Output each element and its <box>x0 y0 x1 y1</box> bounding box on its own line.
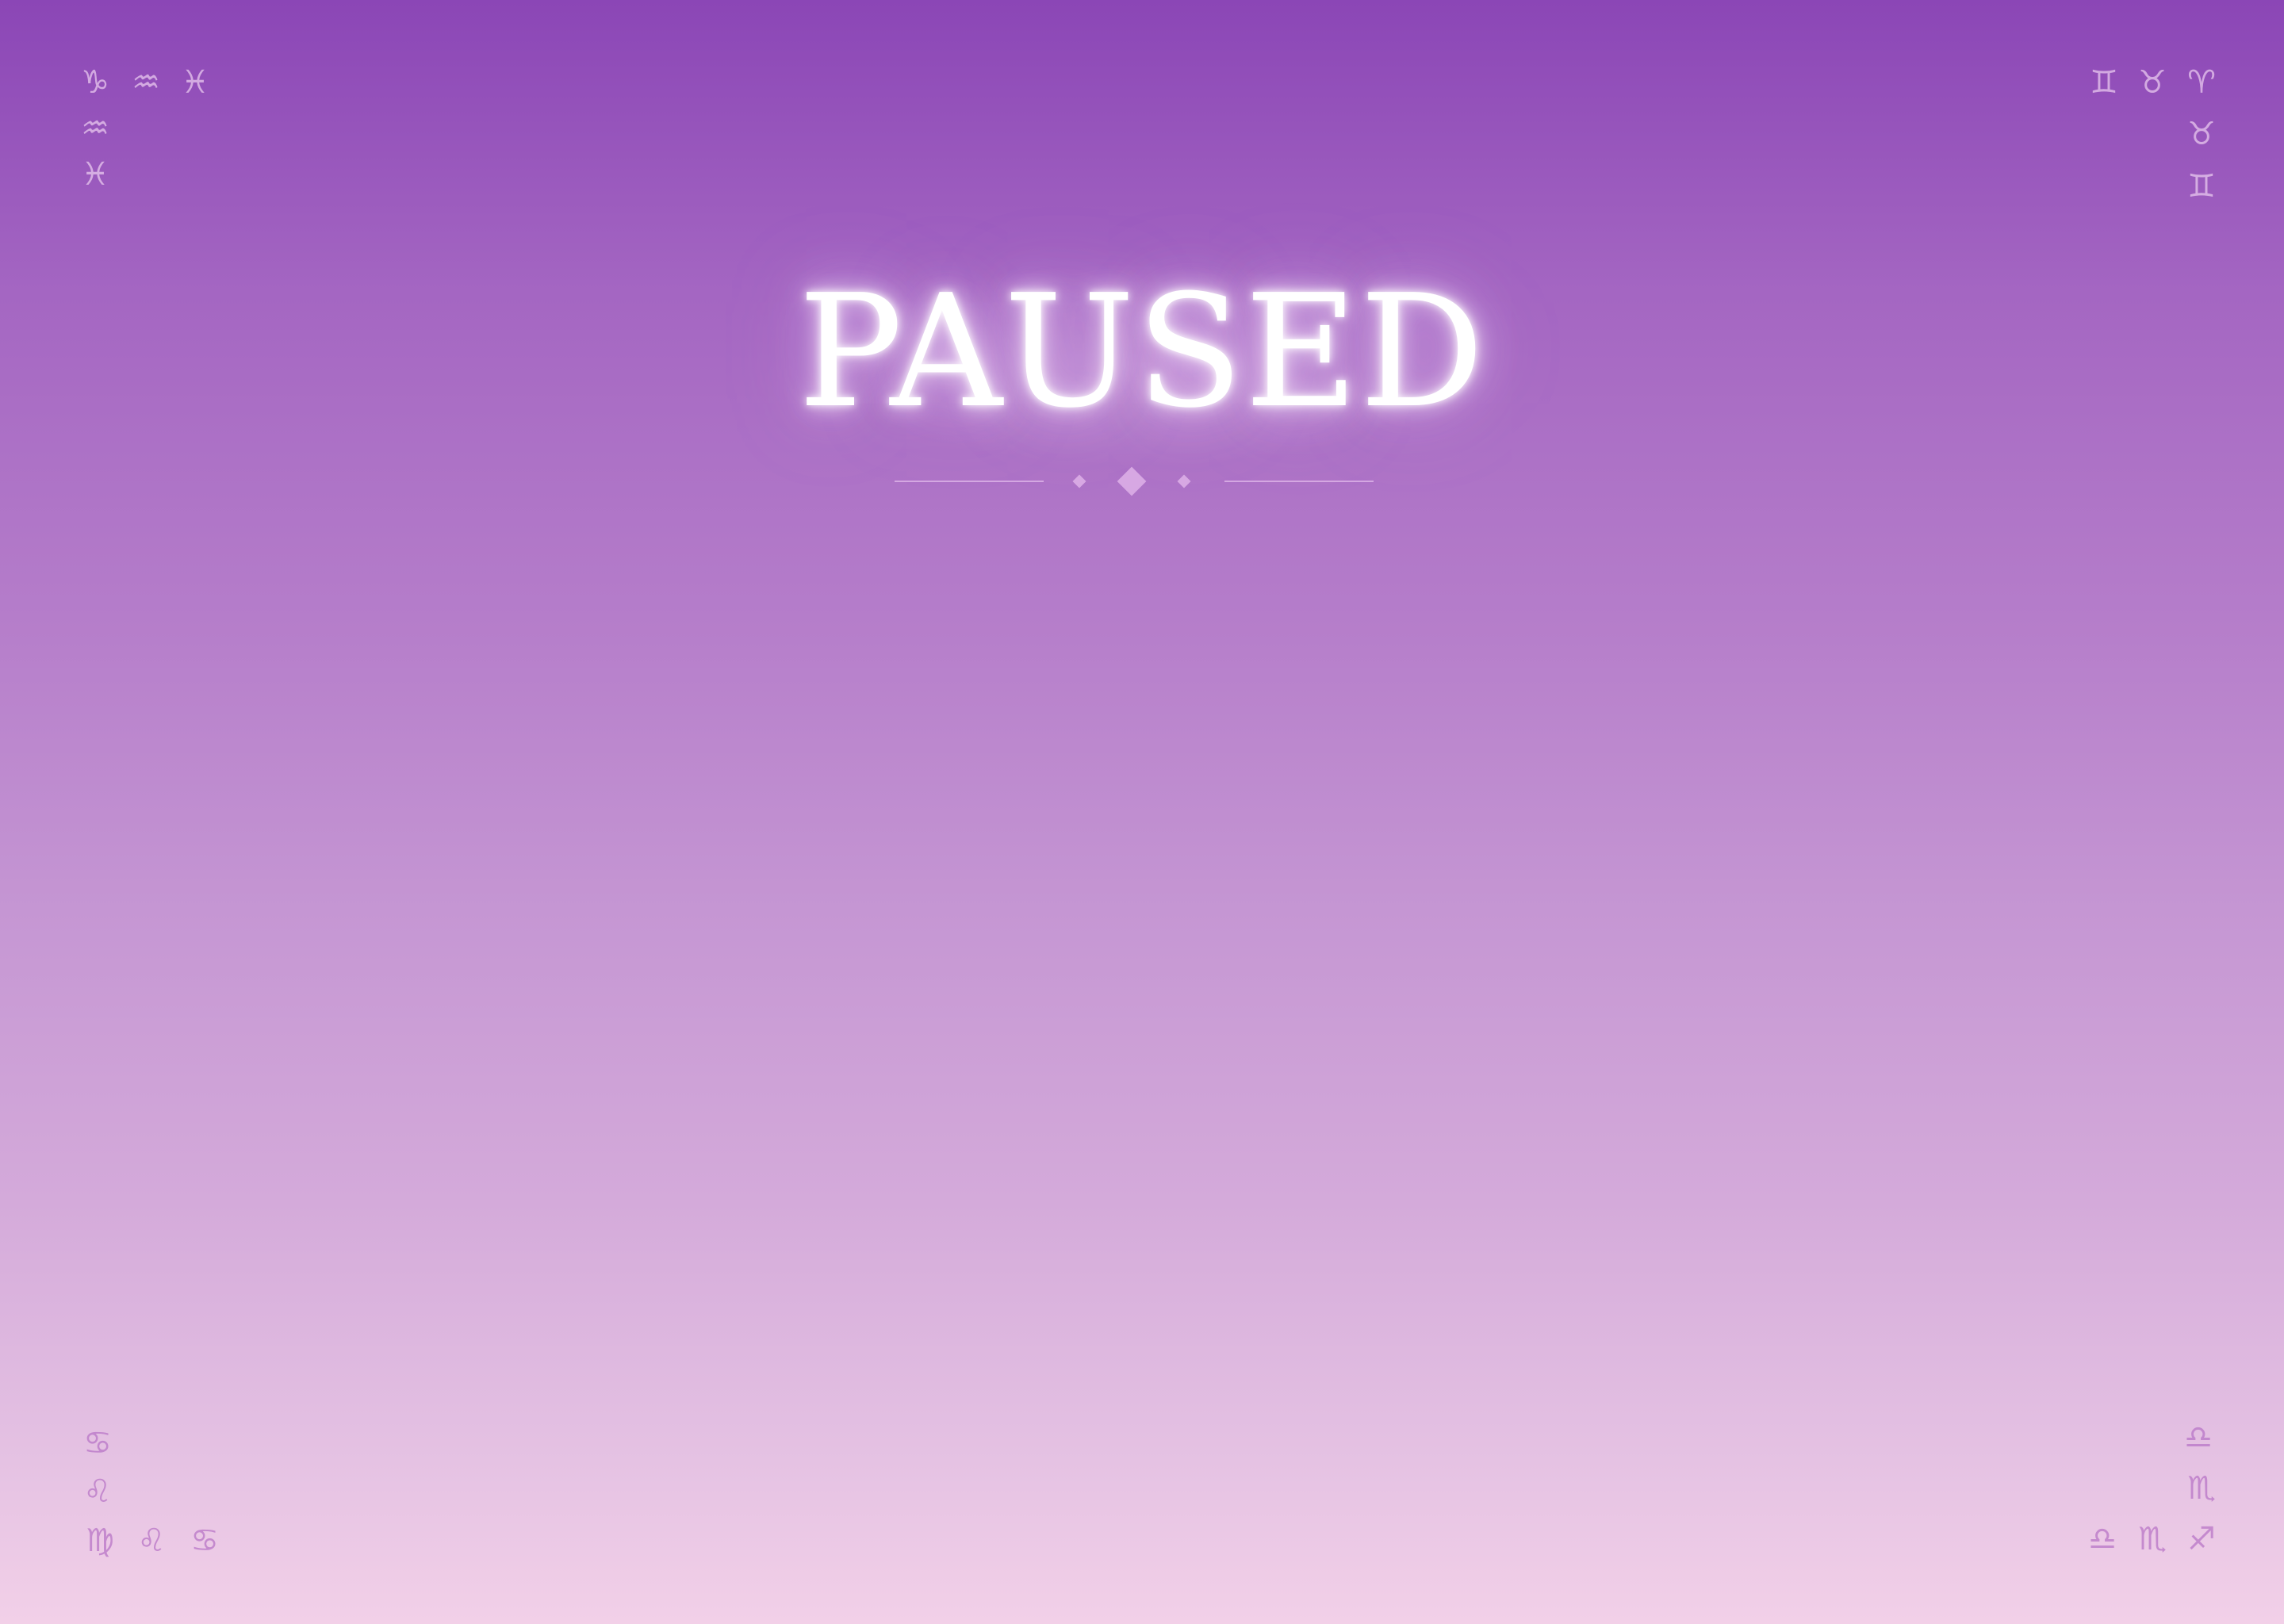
capricorn-icon: ♑ <box>81 64 109 101</box>
taurus-icon: ♉ <box>2138 64 2167 101</box>
scorpio-icon: ♏ <box>2187 1470 2216 1507</box>
divider-diamond-small-left <box>1072 474 1086 488</box>
scorpio-icon: ♏ <box>2138 1521 2167 1557</box>
aries-icon: ♈ <box>2187 64 2216 101</box>
divider-diamond-small-right <box>1177 474 1191 488</box>
sagittarius-icon: ♐ <box>2187 1521 2216 1557</box>
paused-title: PAUSED <box>798 262 1486 442</box>
divider-line-right <box>1224 481 1374 482</box>
cancer-icon: ♋ <box>190 1522 219 1559</box>
taurus-icon: ♉ <box>2187 116 2216 152</box>
gemini-icon: ♊ <box>2187 168 2216 205</box>
gemini-icon: ♊ <box>2090 64 2118 101</box>
leo-icon: ♌ <box>83 1473 112 1510</box>
virgo-icon: ♍ <box>86 1522 114 1559</box>
divider-diamond-center <box>1117 466 1147 496</box>
divider-line-left <box>895 481 1044 482</box>
pisces-icon: ♓ <box>81 156 109 193</box>
cancer-icon: ♋ <box>83 1425 112 1461</box>
aquarius-icon: ♒ <box>81 110 109 147</box>
pisces-icon: ♓ <box>181 64 209 101</box>
libra-icon: ♎ <box>2088 1521 2117 1557</box>
title-container: PAUSED <box>0 262 2284 442</box>
aquarius-icon: ♒ <box>132 64 160 101</box>
libra-icon: ♎ <box>2184 1419 2213 1456</box>
leo-icon: ♌ <box>137 1522 166 1559</box>
